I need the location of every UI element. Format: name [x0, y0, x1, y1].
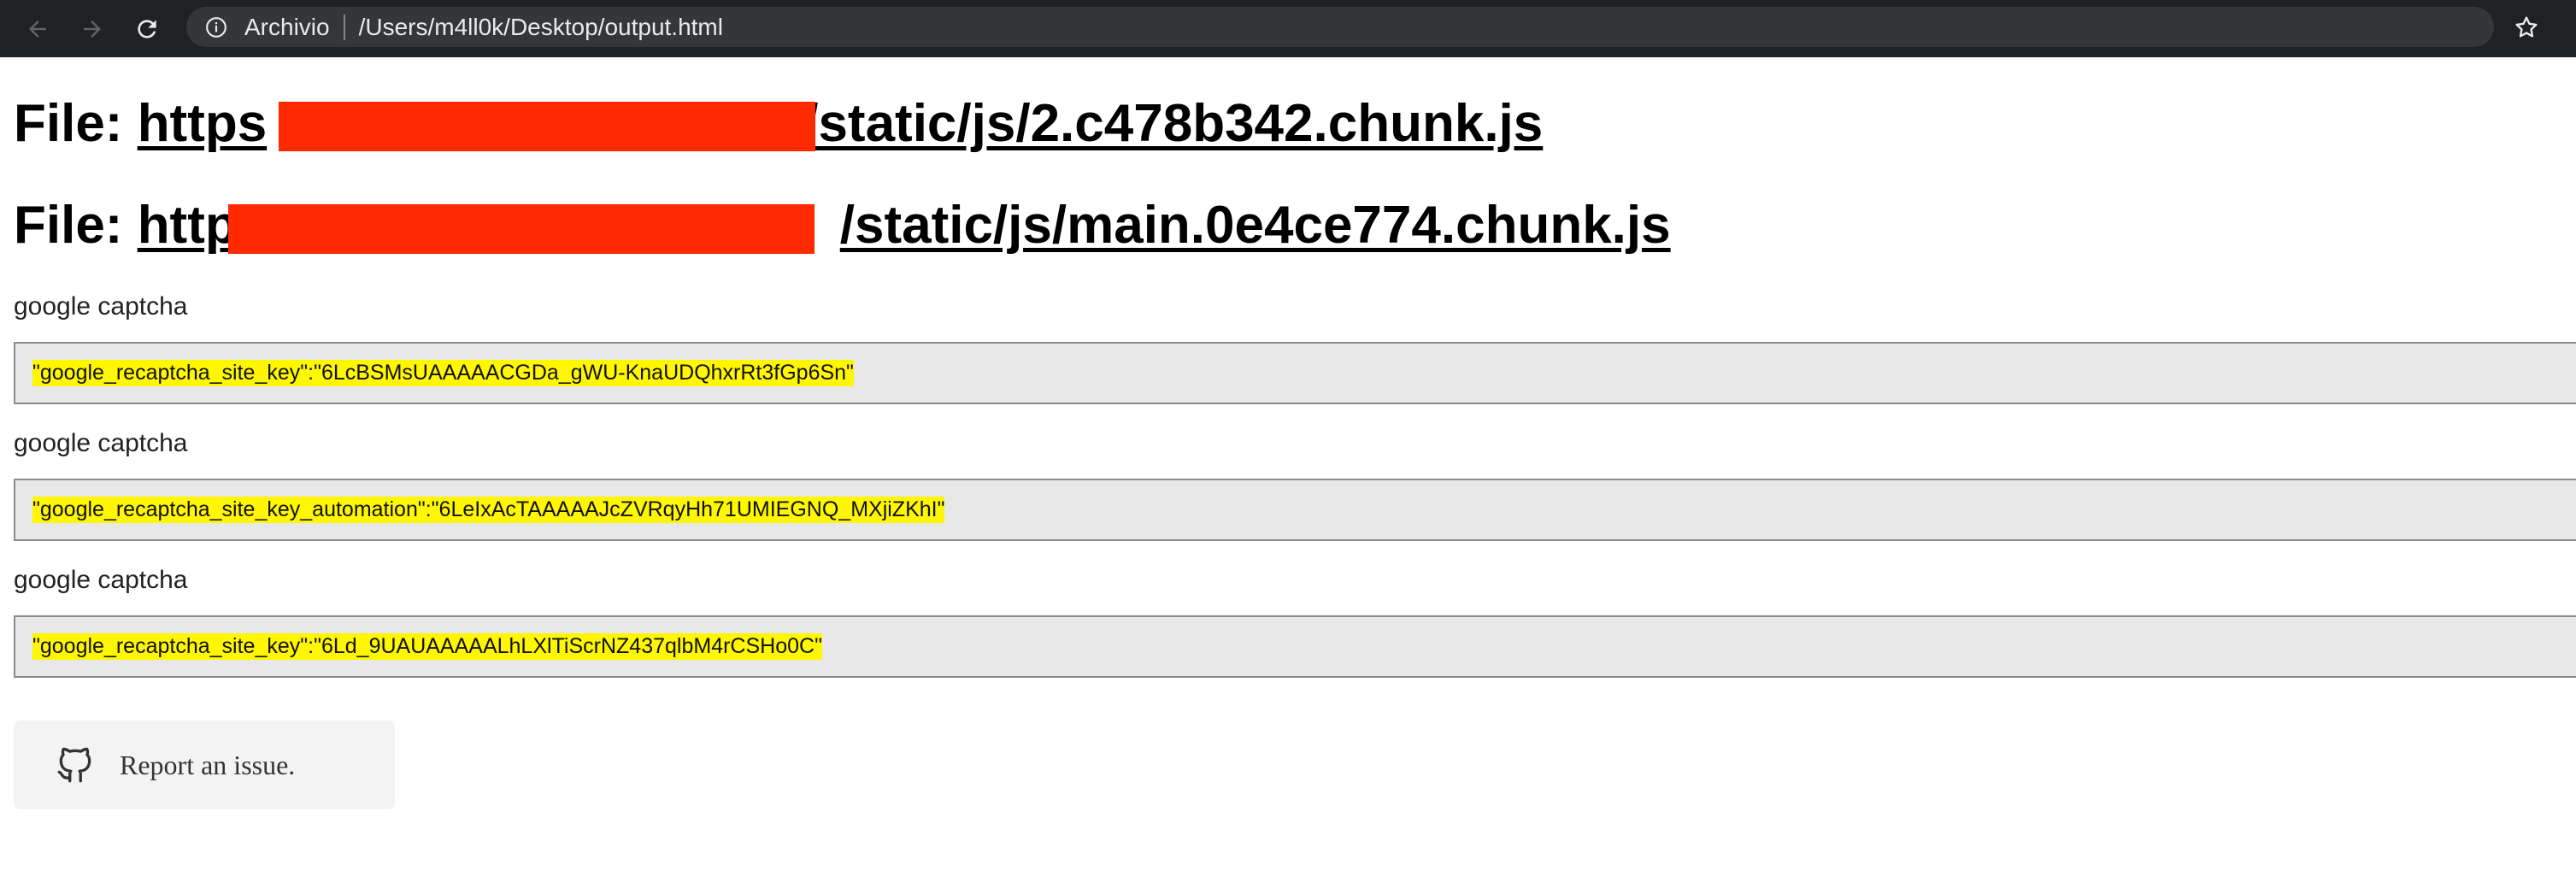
file-prefix: File: — [14, 196, 138, 255]
finding-code-box: "google_recaptcha_site_key":"6Ld_9UAUAAA… — [14, 615, 2576, 678]
file-url-end: /static/js/2.c478b342.chunk.js — [803, 94, 1544, 153]
finding-label: google captcha — [14, 292, 188, 321]
file-url-end: /static/js/main.0e4ce774.chunk.js — [839, 196, 1671, 255]
reload-button[interactable] — [126, 9, 168, 50]
report-issue-label: Report an issue. — [120, 749, 296, 780]
file-prefix: File: — [14, 94, 138, 153]
finding-label: google captcha — [14, 566, 188, 594]
report-issue-button[interactable]: Report an issue. — [14, 720, 395, 809]
arrow-right-icon — [79, 16, 105, 42]
file-url-start: https — [137, 94, 268, 153]
finding-match: "google_recaptcha_site_key":"6Ld_9UAUAAA… — [32, 633, 822, 660]
github-icon — [53, 743, 97, 787]
redaction-box — [279, 102, 815, 151]
back-button[interactable] — [17, 9, 58, 50]
reload-icon — [133, 15, 161, 43]
finding-label: google captcha — [14, 429, 188, 457]
site-info-label[interactable]: Archivio — [244, 14, 330, 41]
star-icon[interactable] — [2509, 10, 2544, 44]
finding-match: "google_recaptcha_site_key_automation":"… — [32, 497, 945, 523]
info-icon[interactable] — [203, 15, 229, 40]
finding-code-box: "google_recaptcha_site_key_automation":"… — [14, 479, 2576, 541]
address-bar[interactable]: Archivio /Users/m4ll0k/Desktop/output.ht… — [186, 7, 2538, 47]
finding-match: "google_recaptcha_site_key":"6LcBSMsUAAA… — [32, 360, 854, 386]
forward-button[interactable] — [72, 9, 113, 50]
address-divider — [343, 14, 345, 40]
browser-toolbar: Archivio /Users/m4ll0k/Desktop/output.ht… — [0, 0, 2576, 57]
address-url[interactable]: /Users/m4ll0k/Desktop/output.html — [359, 14, 723, 41]
page-content: File: https/static/js/2.c478b342.chunk.j… — [0, 57, 2576, 894]
redaction-box — [228, 204, 815, 254]
finding-code-box: "google_recaptcha_site_key":"6LcBSMsUAAA… — [14, 342, 2576, 404]
arrow-left-icon — [25, 16, 50, 42]
file-url-start: http — [137, 196, 238, 255]
